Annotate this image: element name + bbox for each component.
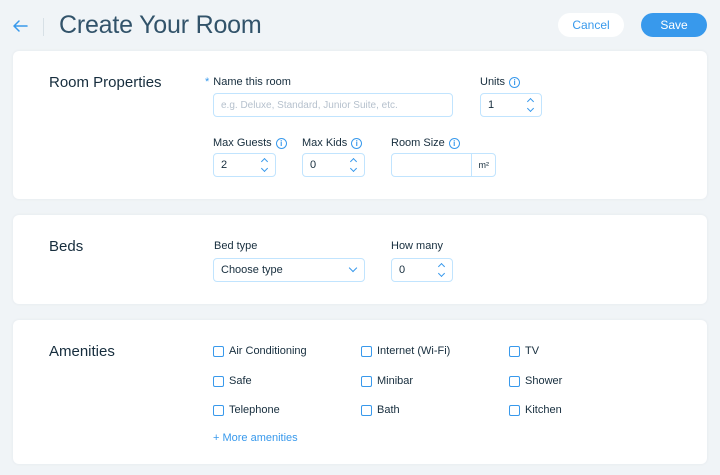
bed-type-value: Choose type <box>221 264 283 276</box>
required-marker: * <box>205 76 210 88</box>
page-header: Create Your Room Cancel Save <box>0 0 720 52</box>
chevron-up-icon[interactable] <box>349 157 358 164</box>
max-kids-value: 0 <box>310 159 317 171</box>
checkbox-icon[interactable] <box>361 346 372 357</box>
arrow-left-icon[interactable] <box>10 16 30 36</box>
more-amenities-link[interactable]: + More amenities <box>213 432 298 444</box>
max-guests-value: 2 <box>221 159 228 171</box>
units-label: Units i <box>480 76 521 88</box>
info-icon[interactable]: i <box>351 138 363 149</box>
room-name-placeholder: e.g. Deluxe, Standard, Junior Suite, etc… <box>221 100 398 111</box>
beds-panel: Beds Bed type Choose type How many 0 <box>13 215 707 304</box>
info-icon[interactable]: i <box>448 138 460 149</box>
cancel-button[interactable]: Cancel <box>558 13 624 37</box>
chevron-up-icon[interactable] <box>437 262 446 269</box>
checkbox-icon[interactable] <box>213 346 224 357</box>
max-guests-label: Max Guests i <box>213 137 287 149</box>
chevron-up-icon[interactable] <box>260 157 269 164</box>
max-kids-stepper[interactable]: 0 <box>302 153 365 177</box>
stepper-arrows[interactable] <box>526 97 535 113</box>
stepper-arrows[interactable] <box>437 262 446 278</box>
chevron-down-icon[interactable] <box>260 166 269 173</box>
chevron-down-icon[interactable] <box>526 106 535 113</box>
save-button[interactable]: Save <box>641 13 707 37</box>
info-icon[interactable]: i <box>509 77 521 88</box>
section-title-amenities: Amenities <box>49 343 115 360</box>
unit-divider <box>471 154 472 176</box>
section-title-room-properties: Room Properties <box>49 74 162 91</box>
stepper-arrows[interactable] <box>349 157 358 173</box>
chevron-down-icon[interactable] <box>349 166 358 173</box>
how-many-label: How many <box>391 240 443 252</box>
stepper-arrows[interactable] <box>260 157 269 173</box>
chevron-up-icon[interactable] <box>526 97 535 104</box>
max-kids-label: Max Kids i <box>302 137 363 149</box>
checkbox-icon[interactable] <box>213 405 224 416</box>
room-size-unit: m² <box>478 160 490 170</box>
amenities-panel: Amenities Air Conditioning Internet (Wi-… <box>13 320 707 464</box>
page-title: Create Your Room <box>59 11 262 39</box>
header-divider <box>43 18 44 36</box>
checkbox-icon[interactable] <box>509 376 520 387</box>
checkbox-icon[interactable] <box>213 376 224 387</box>
room-properties-panel: Room Properties * Name this room e.g. Del… <box>13 51 707 199</box>
room-name-label: * Name this room <box>205 76 291 88</box>
checkbox-icon[interactable] <box>361 405 372 416</box>
section-title-beds: Beds <box>49 238 84 255</box>
room-size-input[interactable]: m² <box>391 153 496 177</box>
room-size-label: Room Size i <box>391 137 460 149</box>
info-icon[interactable]: i <box>275 138 287 149</box>
bed-count-stepper[interactable]: 0 <box>391 258 453 282</box>
units-stepper[interactable]: 1 <box>480 93 542 117</box>
units-value: 1 <box>488 99 495 111</box>
chevron-down-icon[interactable] <box>437 271 446 278</box>
room-name-input[interactable]: e.g. Deluxe, Standard, Junior Suite, etc… <box>213 93 453 117</box>
max-guests-stepper[interactable]: 2 <box>213 153 276 177</box>
checkbox-icon[interactable] <box>509 405 520 416</box>
checkbox-icon[interactable] <box>361 376 372 387</box>
bed-count-value: 0 <box>399 264 406 276</box>
checkbox-icon[interactable] <box>509 346 520 357</box>
bed-type-select[interactable]: Choose type <box>213 258 365 282</box>
chevron-down-icon[interactable] <box>348 263 358 273</box>
bed-type-label: Bed type <box>214 240 258 252</box>
